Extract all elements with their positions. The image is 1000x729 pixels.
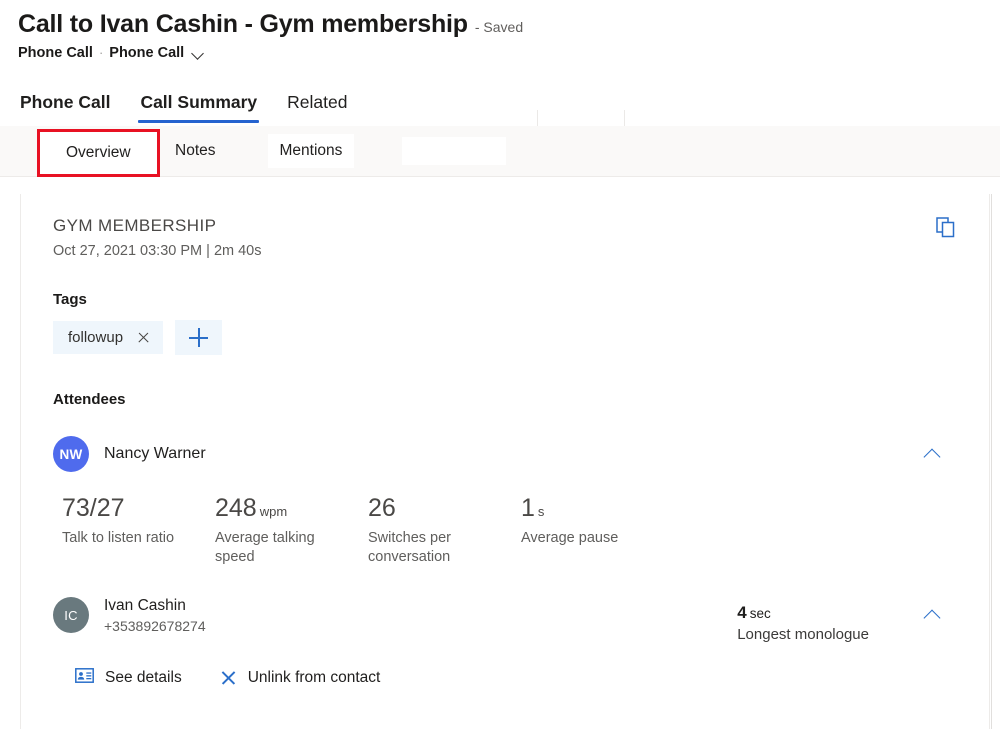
stat-talk-to-listen-ratio: 73/27 Talk to listen ratio	[62, 495, 215, 567]
stat-label: Talk to listen ratio	[62, 529, 198, 548]
stat-label: Switches per conversation	[368, 529, 504, 567]
record-subtitle: Phone Call · Phone Call	[18, 45, 1000, 61]
tag-label: followup	[68, 329, 123, 346]
stat-value: 26	[368, 495, 396, 523]
attendee-name: Nancy Warner	[104, 445, 206, 463]
close-icon	[220, 669, 237, 686]
form-selector-label[interactable]: Phone Call	[109, 45, 184, 61]
sub-tab-bar: Overview Notes Mentions	[0, 126, 1000, 177]
tab-phone-call[interactable]: Phone Call	[18, 92, 112, 123]
tab-call-summary[interactable]: Call Summary	[138, 92, 259, 123]
attendee-row: NW Nancy Warner	[53, 436, 957, 472]
see-details-button[interactable]: See details	[75, 668, 182, 688]
overview-content: GYM MEMBERSHIP Oct 27, 2021 03:30 PM | 2…	[21, 194, 989, 688]
stat-value: 73/27	[62, 495, 125, 523]
page-title: Call to Ivan Cashin - Gym membership	[18, 10, 468, 39]
attendees-section: Attendees NW Nancy Warner 73/27 Talk to …	[53, 391, 957, 688]
stat-average-pause: 1 s Average pause	[521, 495, 674, 567]
stat-value: 4	[737, 604, 746, 623]
attendees-heading: Attendees	[53, 391, 957, 408]
attendee-identity: Ivan Cashin +353892678274	[89, 597, 206, 634]
avatar: NW	[53, 436, 89, 472]
tags-heading: Tags	[53, 291, 957, 308]
stat-switches-per-conversation: 26 Switches per conversation	[368, 495, 521, 567]
stat-label: Average pause	[521, 529, 657, 548]
stat-label: Longest monologue	[737, 625, 869, 645]
action-label: See details	[105, 669, 182, 687]
stat-longest-monologue: 4 sec Longest monologue	[737, 604, 869, 645]
action-label: Unlink from contact	[248, 669, 381, 687]
close-icon[interactable]	[137, 331, 150, 344]
title-row: Call to Ivan Cashin - Gym membership - S…	[18, 10, 1000, 39]
sub-tab-notes[interactable]: Notes	[171, 136, 220, 166]
call-datetime-duration: Oct 27, 2021 03:30 PM | 2m 40s	[53, 243, 957, 259]
subtitle-separator: ·	[99, 45, 103, 60]
chevron-up-icon[interactable]	[921, 604, 943, 626]
attendee-block: IC Ivan Cashin +353892678274 4 sec Longe…	[53, 597, 957, 634]
overview-panel: GYM MEMBERSHIP Oct 27, 2021 03:30 PM | 2…	[20, 194, 990, 729]
stat-label: Average talking speed	[215, 529, 351, 567]
avatar: IC	[53, 597, 89, 633]
call-subject: GYM MEMBERSHIP	[53, 216, 957, 236]
chevron-up-icon[interactable]	[921, 443, 943, 465]
stat-unit: s	[538, 505, 545, 519]
tags-list: followup	[53, 320, 957, 355]
attendee-stats: 73/27 Talk to listen ratio 248 wpm Avera…	[53, 495, 957, 567]
stat-value: 1	[521, 495, 535, 523]
sub-tab-blank[interactable]	[402, 137, 506, 165]
chevron-down-icon[interactable]	[191, 46, 205, 60]
attendee-name: Ivan Cashin	[104, 597, 206, 615]
unlink-from-contact-button[interactable]: Unlink from contact	[220, 669, 381, 687]
tab-related[interactable]: Related	[285, 92, 349, 123]
tags-section: Tags followup	[53, 291, 957, 355]
record-header: Call to Ivan Cashin - Gym membership - S…	[0, 0, 1000, 61]
stat-unit: sec	[750, 607, 771, 622]
plus-icon[interactable]	[175, 320, 222, 355]
contact-card-icon	[75, 668, 94, 688]
tag-chip-followup[interactable]: followup	[53, 321, 163, 354]
saved-status: - Saved	[475, 19, 523, 35]
call-summary-page: Call to Ivan Cashin - Gym membership - S…	[0, 0, 1000, 729]
primary-tab-bar: Phone Call Call Summary Related	[0, 83, 1000, 123]
attendee-actions: See details Unlink from contact	[53, 668, 957, 688]
stat-value: 248	[215, 495, 257, 523]
entity-type-label: Phone Call	[18, 45, 93, 61]
stat-unit: wpm	[260, 505, 287, 519]
bottom-placeholder	[43, 676, 70, 688]
attendee-phone: +353892678274	[104, 618, 206, 634]
right-panel-edge	[991, 194, 1000, 729]
copy-icon[interactable]	[930, 212, 962, 244]
sub-tab-overview[interactable]: Overview	[37, 129, 160, 177]
sub-tab-mentions[interactable]: Mentions	[268, 134, 355, 168]
stat-average-talking-speed: 248 wpm Average talking speed	[215, 495, 368, 567]
